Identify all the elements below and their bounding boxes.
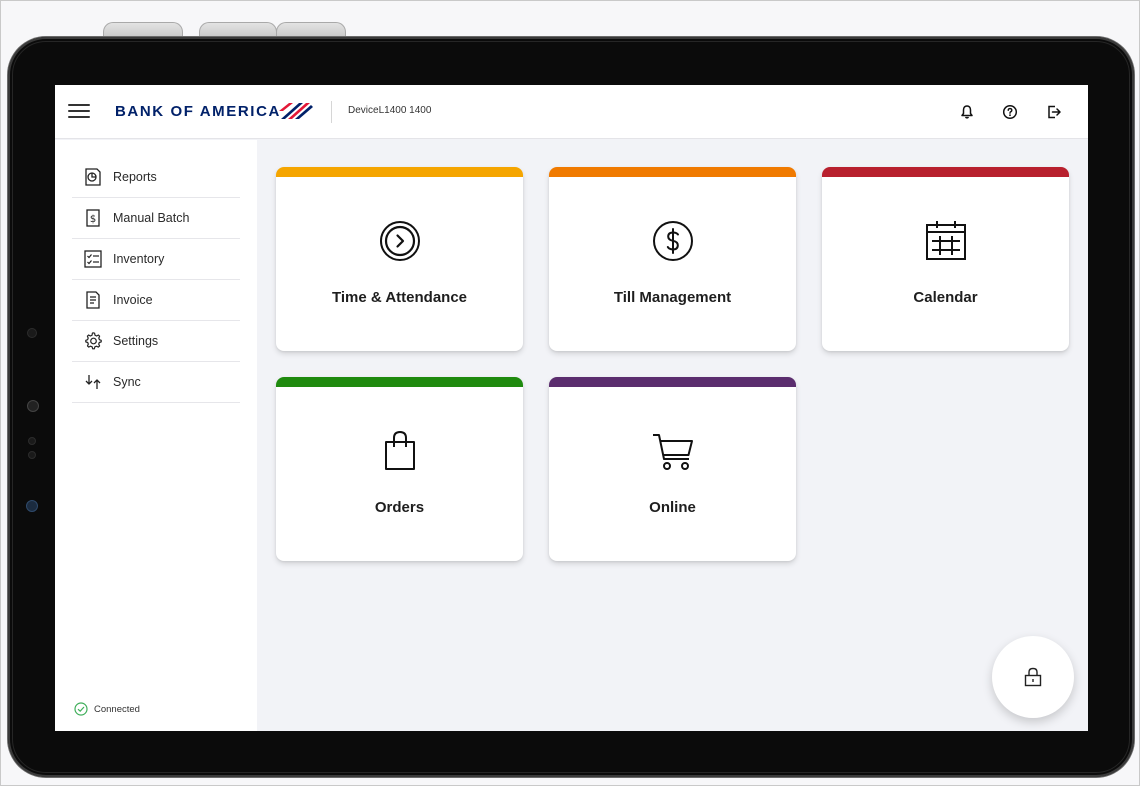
tile-calendar[interactable]: Calendar xyxy=(822,167,1069,351)
checklist-icon xyxy=(82,248,104,270)
tile-color-bar xyxy=(276,167,523,177)
sidebar-item-label: Invoice xyxy=(113,293,153,307)
tile-online[interactable]: Online xyxy=(549,377,796,561)
sidebar-item-label: Sync xyxy=(113,375,141,389)
tile-label: Calendar xyxy=(913,289,978,306)
tile-label: Online xyxy=(649,499,696,516)
sidebar-item-label: Manual Batch xyxy=(113,211,190,225)
app-screen: BANK OF AMERICA DeviceL1400 1400 Reports… xyxy=(55,85,1088,731)
brand-flag-icon xyxy=(279,103,313,119)
sidebar-item-inventory[interactable]: Inventory xyxy=(72,239,240,280)
sensor-dot xyxy=(28,437,36,445)
sidebar-item-reports[interactable]: Reports xyxy=(72,157,240,198)
svg-text:$: $ xyxy=(90,214,96,225)
sensor-dot xyxy=(28,451,36,459)
sidebar-item-sync[interactable]: Sync xyxy=(72,362,240,403)
brand-logo-text: BANK OF AMERICA xyxy=(115,103,281,120)
sidebar-item-settings[interactable]: Settings xyxy=(72,321,240,362)
calendar-icon xyxy=(822,219,1069,263)
sidebar-item-manual-batch[interactable]: $ Manual Batch xyxy=(72,198,240,239)
lock-icon xyxy=(1024,667,1042,687)
tile-color-bar xyxy=(549,167,796,177)
header-divider xyxy=(331,101,332,123)
sidebar-nav: Reports $ Manual Batch Inventory Invoice… xyxy=(72,157,240,403)
sidebar-item-label: Inventory xyxy=(113,252,165,266)
sensor-dot xyxy=(27,328,37,338)
menu-icon[interactable] xyxy=(68,104,90,118)
sidebar-item-invoice[interactable]: Invoice xyxy=(72,280,240,321)
tile-label: Time & Attendance xyxy=(331,289,468,306)
tile-till-management[interactable]: Till Management xyxy=(549,167,796,351)
tile-color-bar xyxy=(549,377,796,387)
dollar-document-icon: $ xyxy=(82,207,104,229)
sync-icon xyxy=(82,371,104,393)
sidebar-item-label: Settings xyxy=(113,334,159,348)
status-label: Connected xyxy=(94,703,140,715)
tile-color-bar xyxy=(276,377,523,387)
top-bar: BANK OF AMERICA DeviceL1400 1400 xyxy=(55,85,1088,139)
shopping-bag-icon xyxy=(276,429,523,473)
camera-lens xyxy=(27,400,39,412)
camera-lens xyxy=(26,500,38,512)
bell-icon[interactable] xyxy=(955,100,979,124)
tile-label: Till Management xyxy=(613,289,732,306)
tile-time-attendance[interactable]: Time & Attendance xyxy=(276,167,523,351)
invoice-icon xyxy=(82,289,104,311)
help-icon[interactable] xyxy=(998,100,1022,124)
connection-status: Connected xyxy=(74,702,140,716)
sidebar-item-label: Reports xyxy=(113,170,157,184)
clock-arrow-icon xyxy=(276,219,523,263)
reports-icon xyxy=(82,166,104,188)
lock-button[interactable] xyxy=(992,636,1074,718)
gear-icon xyxy=(82,330,104,352)
tile-label: Orders xyxy=(374,499,425,516)
logout-icon[interactable] xyxy=(1042,100,1066,124)
tile-orders[interactable]: Orders xyxy=(276,377,523,561)
cart-icon xyxy=(549,429,796,473)
dollar-circle-icon xyxy=(549,219,796,263)
device-label: DeviceL1400 1400 xyxy=(348,105,432,116)
check-circle-icon xyxy=(74,702,88,716)
sidebar: Reports $ Manual Batch Inventory Invoice… xyxy=(55,140,257,731)
tile-color-bar xyxy=(822,167,1069,177)
